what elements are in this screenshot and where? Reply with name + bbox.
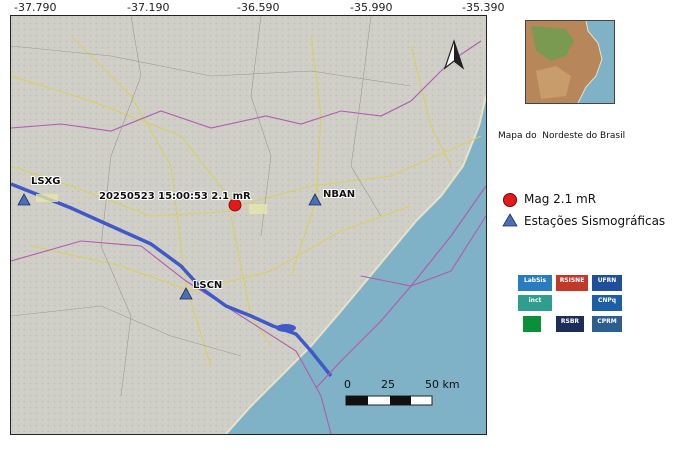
logo-petrobras [523, 316, 541, 332]
logo-ufrn: UFRN [592, 275, 622, 291]
logo-labsis: LabSis [518, 275, 552, 291]
inset-caption: Mapa do Nordeste do Brasil [498, 131, 626, 141]
lon-tick-3: -36.590 [237, 1, 280, 14]
event-label: 20250523 15:00:53 2.1 mR [99, 191, 251, 202]
legend: Mag 2.1 mR Estações Sismográficas [500, 190, 675, 240]
main-map[interactable]: LSXG NBAN LSCN 20250523 15:00:53 2.1 mR … [10, 15, 487, 435]
town-area [36, 194, 58, 202]
scale-label-0: 0 [344, 378, 351, 391]
reservoir [276, 324, 296, 332]
town-area [249, 204, 267, 214]
inset-map[interactable] [525, 20, 615, 104]
logo-inct: inct [518, 295, 552, 311]
legend-event-symbol [503, 193, 517, 207]
lon-tick-1: -37.790 [14, 1, 57, 14]
scale-label-50: 50 km [425, 378, 460, 391]
logo-cnpq: CNPq [592, 295, 622, 311]
map-canvas: LSXG NBAN LSCN 20250523 15:00:53 2.1 mR … [11, 16, 486, 434]
lon-tick-4: -35.990 [350, 1, 393, 14]
station-lscn-label: LSCN [193, 280, 222, 291]
legend-event-label: Mag 2.1 mR [524, 192, 597, 206]
inset-map-canvas [526, 21, 603, 103]
logo-rsbr: RSBR [556, 316, 584, 332]
legend-station-label: Estações Sismográficas [524, 214, 666, 228]
institution-logos: LabSis RSISNE UFRN inct CNPq RSBR CPRM [515, 272, 625, 337]
lon-tick-5: -35.390 [462, 1, 505, 14]
station-nban-label: NBAN [323, 189, 355, 200]
logo-rsisne: RSISNE [556, 275, 588, 291]
logo-cprm: CPRM [592, 316, 622, 332]
lon-tick-2: -37.190 [127, 1, 170, 14]
legend-station-symbol [502, 213, 518, 227]
scale-label-25: 25 [381, 378, 395, 391]
station-lsxg-label: LSXG [31, 176, 61, 187]
